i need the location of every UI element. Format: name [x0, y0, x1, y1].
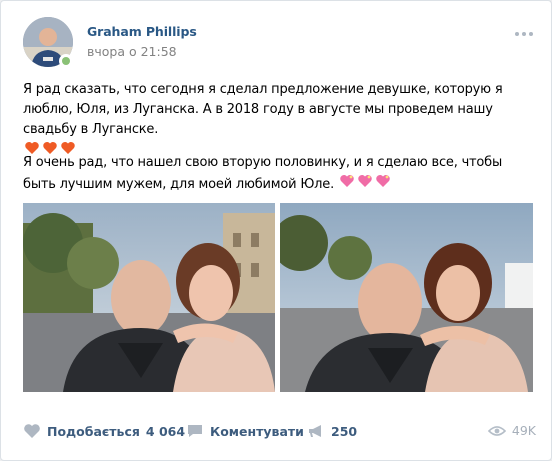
comment-label: Коментувати	[210, 423, 304, 439]
like-button[interactable]: Подобається 4 064	[23, 423, 185, 439]
like-label: Подобається	[47, 423, 140, 439]
post-card: Graham Phillips вчора о 21:58 Я рад сказ…	[0, 0, 552, 461]
heart-icon	[24, 424, 40, 438]
post-photo-1[interactable]	[23, 203, 275, 392]
more-options-icon[interactable]	[515, 29, 535, 39]
author-name[interactable]: Graham Phillips	[87, 24, 197, 39]
online-indicator	[59, 54, 73, 68]
sparkling-heart-icon	[339, 173, 393, 196]
like-count: 4 064	[145, 423, 186, 439]
post-time[interactable]: вчора о 21:58	[87, 44, 177, 59]
post-photo-2[interactable]	[280, 203, 533, 392]
comment-icon	[188, 425, 202, 437]
post-paragraph-1: Я рад сказать, что сегодня я сделал пред…	[23, 80, 538, 163]
comment-button[interactable]: Коментувати	[186, 423, 304, 439]
share-button[interactable]: 250	[307, 423, 357, 439]
views-count: 49K	[511, 423, 536, 438]
views-counter: 49K	[487, 423, 536, 438]
post-paragraph-1-text: Я рад сказать, что сегодня я сделал пред…	[23, 82, 503, 137]
eye-icon	[487, 425, 506, 436]
megaphone-icon	[309, 425, 321, 437]
post-paragraph-2-text: Я очень рад, что нашел свою вторую полов…	[23, 155, 503, 192]
post-actions: Подобається 4 064 Коментувати 250 49K	[23, 423, 538, 447]
share-count: 250	[331, 423, 358, 439]
post-paragraph-2: Я очень рад, что нашел свою вторую полов…	[23, 153, 538, 196]
